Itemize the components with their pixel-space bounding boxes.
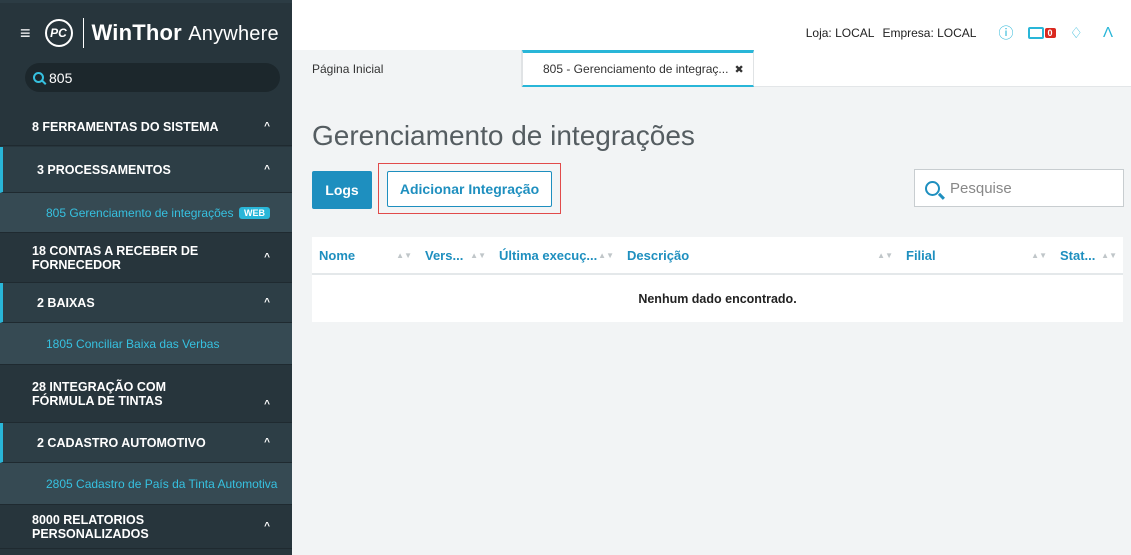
empty-message: Nenhum dado encontrado. — [638, 291, 797, 306]
sidebar-item-baixas[interactable]: 2 BAIXAS ^ — [0, 283, 292, 323]
main-content: Gerenciamento de integrações Logs Adicio… — [292, 87, 1131, 555]
chevron-up-icon: ^ — [264, 252, 270, 263]
add-integration-button[interactable]: Adicionar Integração — [387, 171, 552, 207]
sidebar-item-contas-receber[interactable]: 18 CONTAS A RECEBER DE FORNECEDOR ^ — [0, 233, 292, 283]
chevron-up-icon: ^ — [264, 399, 270, 410]
sidebar-item-label: 805 Gerenciamento de integrações — [46, 205, 234, 220]
search-placeholder: Pesquise — [950, 179, 1012, 197]
hamburger-menu-icon[interactable]: ≡ — [20, 23, 31, 44]
column-nome[interactable]: Nome ▲▼ — [312, 236, 418, 274]
page-title: Gerenciamento de integrações — [312, 120, 695, 151]
search-icon — [33, 72, 44, 83]
column-label: Última execuç... — [499, 247, 598, 263]
column-label: Nome — [319, 247, 356, 263]
chevron-up-icon: ^ — [264, 297, 270, 308]
tab-home[interactable]: Página Inicial — [292, 50, 522, 87]
logs-button[interactable]: Logs — [312, 171, 372, 209]
table-header: Nome ▲▼ Vers... ▲▼ Última execuç... ▲▼ D… — [312, 237, 1123, 275]
sidebar-item-2805[interactable]: 2805 Cadastro de País da Tinta Automotiv… — [0, 463, 292, 505]
sidebar-item-label: 28 INTEGRAÇÃO COM FÓRMULA DE TINTAS — [32, 379, 167, 408]
tab-label: 805 - Gerenciamento de integraç... — [543, 62, 729, 76]
sidebar-item-805[interactable]: 805 Gerenciamento de integrações WEB — [0, 193, 292, 233]
brand-header: ≡ PC WinThor Anywhere — [0, 3, 292, 63]
brand-name: WinThor Anywhere — [92, 20, 279, 46]
sidebar-search-wrap: 805 — [0, 63, 292, 92]
column-label: Descrição — [627, 247, 690, 263]
sort-icon: ▲▼ — [598, 250, 614, 260]
search-icon — [925, 180, 940, 196]
sidebar-item-label: 8 FERRAMENTAS DO SISTEMA — [32, 119, 219, 134]
sidebar-item-label: 2 CADASTRO AUTOMOTIVO — [37, 435, 206, 450]
loja-label: Loja: LOCAL — [805, 25, 875, 40]
column-status[interactable]: Stat... ▲▼ — [1053, 236, 1123, 274]
sidebar-item-label: 2805 Cadastro de País da Tinta Automotiv… — [46, 476, 278, 491]
sidebar-search-input[interactable]: 805 — [25, 63, 280, 92]
help-icon[interactable]: ⓘ — [998, 22, 1013, 43]
sidebar-item-1805[interactable]: 1805 Conciliar Baixa das Verbas — [0, 323, 292, 365]
mail-button[interactable]: 0 — [1027, 26, 1056, 39]
column-label: Vers... — [425, 247, 464, 263]
user-icon[interactable]: Λ — [1103, 24, 1113, 41]
sort-icon: ▲▼ — [470, 250, 486, 260]
sort-icon: ▲▼ — [877, 250, 893, 260]
tab-bar: Página Inicial 805 - Gerenciamento de in… — [292, 50, 754, 87]
sidebar-item-cadastro-automotivo[interactable]: 2 CADASTRO AUTOMOTIVO ^ — [0, 423, 292, 463]
integrations-table: Nome ▲▼ Vers... ▲▼ Última execuç... ▲▼ D… — [312, 237, 1123, 322]
brand-divider — [82, 18, 84, 48]
sidebar-item-label: 18 CONTAS A RECEBER DE FORNECEDOR — [32, 243, 199, 272]
chevron-up-icon: ^ — [264, 437, 270, 448]
column-descricao[interactable]: Descrição ▲▼ — [620, 236, 899, 274]
pc-logo: PC — [44, 19, 73, 47]
search-input[interactable]: Pesquise — [914, 169, 1124, 207]
tab-805[interactable]: 805 - Gerenciamento de integraç... ✖ — [522, 50, 754, 87]
sidebar-item-label: 2 BAIXAS — [37, 295, 95, 310]
chevron-up-icon: ^ — [264, 521, 270, 532]
chevron-up-icon: ^ — [264, 164, 270, 175]
sort-icon: ▲▼ — [1031, 250, 1047, 260]
sidebar-item-ferramentas[interactable]: 8 FERRAMENTAS DO SISTEMA ^ — [0, 108, 292, 146]
bell-icon[interactable]: ♢ — [1070, 24, 1083, 42]
close-icon[interactable]: ✖ — [734, 63, 743, 76]
sort-icon: ▲▼ — [1101, 250, 1117, 260]
top-bar-status: Loja: LOCAL Empresa: LOCAL ⓘ 0 ♢ Λ — [806, 22, 1113, 43]
sort-icon: ▲▼ — [396, 250, 412, 260]
chevron-up-icon: ^ — [264, 121, 270, 132]
sidebar-item-label: 3 PROCESSAMENTOS — [37, 162, 171, 177]
sidebar-item-relatorios[interactable]: 8000 RELATORIOS PERSONALIZADOS ^ — [0, 505, 292, 549]
sidebar-search-value: 805 — [49, 69, 73, 86]
top-bar: Loja: LOCAL Empresa: LOCAL ⓘ 0 ♢ Λ Págin… — [292, 0, 1131, 87]
column-ultima-execucao[interactable]: Última execuç... ▲▼ — [492, 236, 620, 274]
web-badge: WEB — [239, 206, 270, 219]
sidebar-item-processamentos[interactable]: 3 PROCESSAMENTOS ^ — [0, 147, 292, 193]
tab-label: Página Inicial — [312, 61, 384, 76]
sidebar: ≡ PC WinThor Anywhere 805 8 FERRAMENTAS … — [0, 0, 292, 555]
sidebar-item-label: 1805 Conciliar Baixa das Verbas — [46, 336, 220, 351]
column-filial[interactable]: Filial ▲▼ — [899, 236, 1053, 274]
column-versao[interactable]: Vers... ▲▼ — [418, 236, 492, 274]
mail-count-badge: 0 — [1044, 27, 1056, 38]
column-label: Stat... — [1060, 247, 1096, 263]
sidebar-item-integracao-tintas[interactable]: 28 INTEGRAÇÃO COM FÓRMULA DE TINTAS ^ — [0, 365, 292, 423]
sidebar-item-label: 8000 RELATORIOS PERSONALIZADOS — [32, 512, 149, 541]
brand-bold: WinThor — [91, 20, 182, 45]
mail-icon — [1027, 26, 1044, 39]
column-label: Filial — [906, 247, 936, 263]
brand-light: Anywhere — [188, 23, 279, 45]
empresa-label: Empresa: LOCAL — [882, 25, 977, 40]
